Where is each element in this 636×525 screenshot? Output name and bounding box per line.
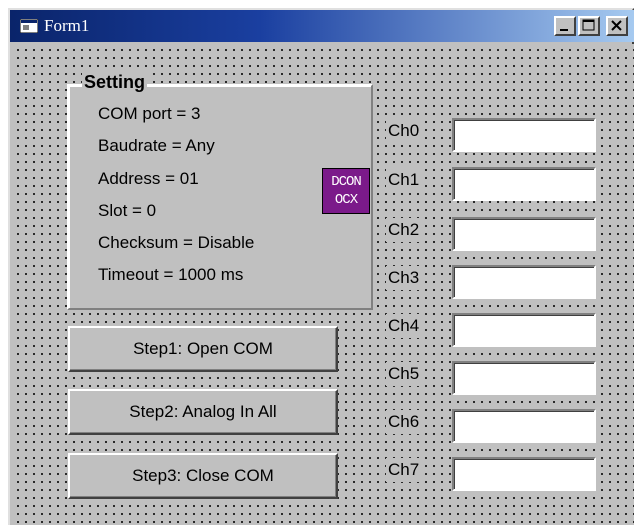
ch0-label: Ch0 (386, 119, 422, 143)
ocx-label-line2: OCX (334, 192, 358, 208)
ch4-field[interactable] (452, 313, 596, 347)
form-client-area: Setting COM port = 3 Baudrate = Any Addr… (12, 44, 634, 525)
ch2-label: Ch2 (386, 218, 422, 242)
setting-slot: Slot = 0 (98, 201, 157, 220)
ch5-field[interactable] (452, 361, 596, 395)
ch5-label: Ch5 (386, 362, 422, 386)
ocx-label-line1: DCON (331, 174, 362, 190)
setting-checksum: Checksum = Disable (98, 233, 255, 252)
ch7-label: Ch7 (386, 458, 422, 482)
ch6-field[interactable] (452, 409, 596, 443)
ch4-label: Ch4 (386, 314, 422, 338)
close-icon (611, 20, 622, 31)
minimize-button[interactable] (554, 16, 576, 36)
ch7-field[interactable] (452, 457, 596, 491)
setting-address: Address = 01 (98, 169, 199, 188)
setting-baudrate: Baudrate = Any (98, 136, 215, 155)
window-title: Form1 (44, 16, 90, 35)
title-bar[interactable]: Form1 (10, 10, 634, 42)
step3-close-com-button[interactable]: Step3: Close COM (68, 453, 338, 499)
maximize-button[interactable] (578, 16, 600, 36)
ch2-field[interactable] (452, 217, 596, 251)
ch1-label: Ch1 (386, 168, 422, 192)
ch6-label: Ch6 (386, 410, 422, 434)
form-icon (20, 19, 38, 33)
step1-open-com-button[interactable]: Step1: Open COM (68, 326, 338, 372)
dcon-ocx-control: DCON OCX (322, 168, 370, 214)
setting-com-port: COM port = 3 (98, 104, 201, 123)
setting-frame-caption: Setting (82, 72, 147, 93)
ch1-field[interactable] (452, 167, 596, 201)
setting-timeout: Timeout = 1000 ms (98, 265, 244, 284)
ch3-field[interactable] (452, 265, 596, 299)
ch0-field[interactable] (452, 118, 596, 152)
step2-analog-in-all-button[interactable]: Step2: Analog In All (68, 389, 338, 435)
close-button[interactable] (606, 16, 628, 36)
minimize-icon (560, 29, 568, 31)
ch3-label: Ch3 (386, 266, 422, 290)
maximize-icon (582, 19, 595, 31)
